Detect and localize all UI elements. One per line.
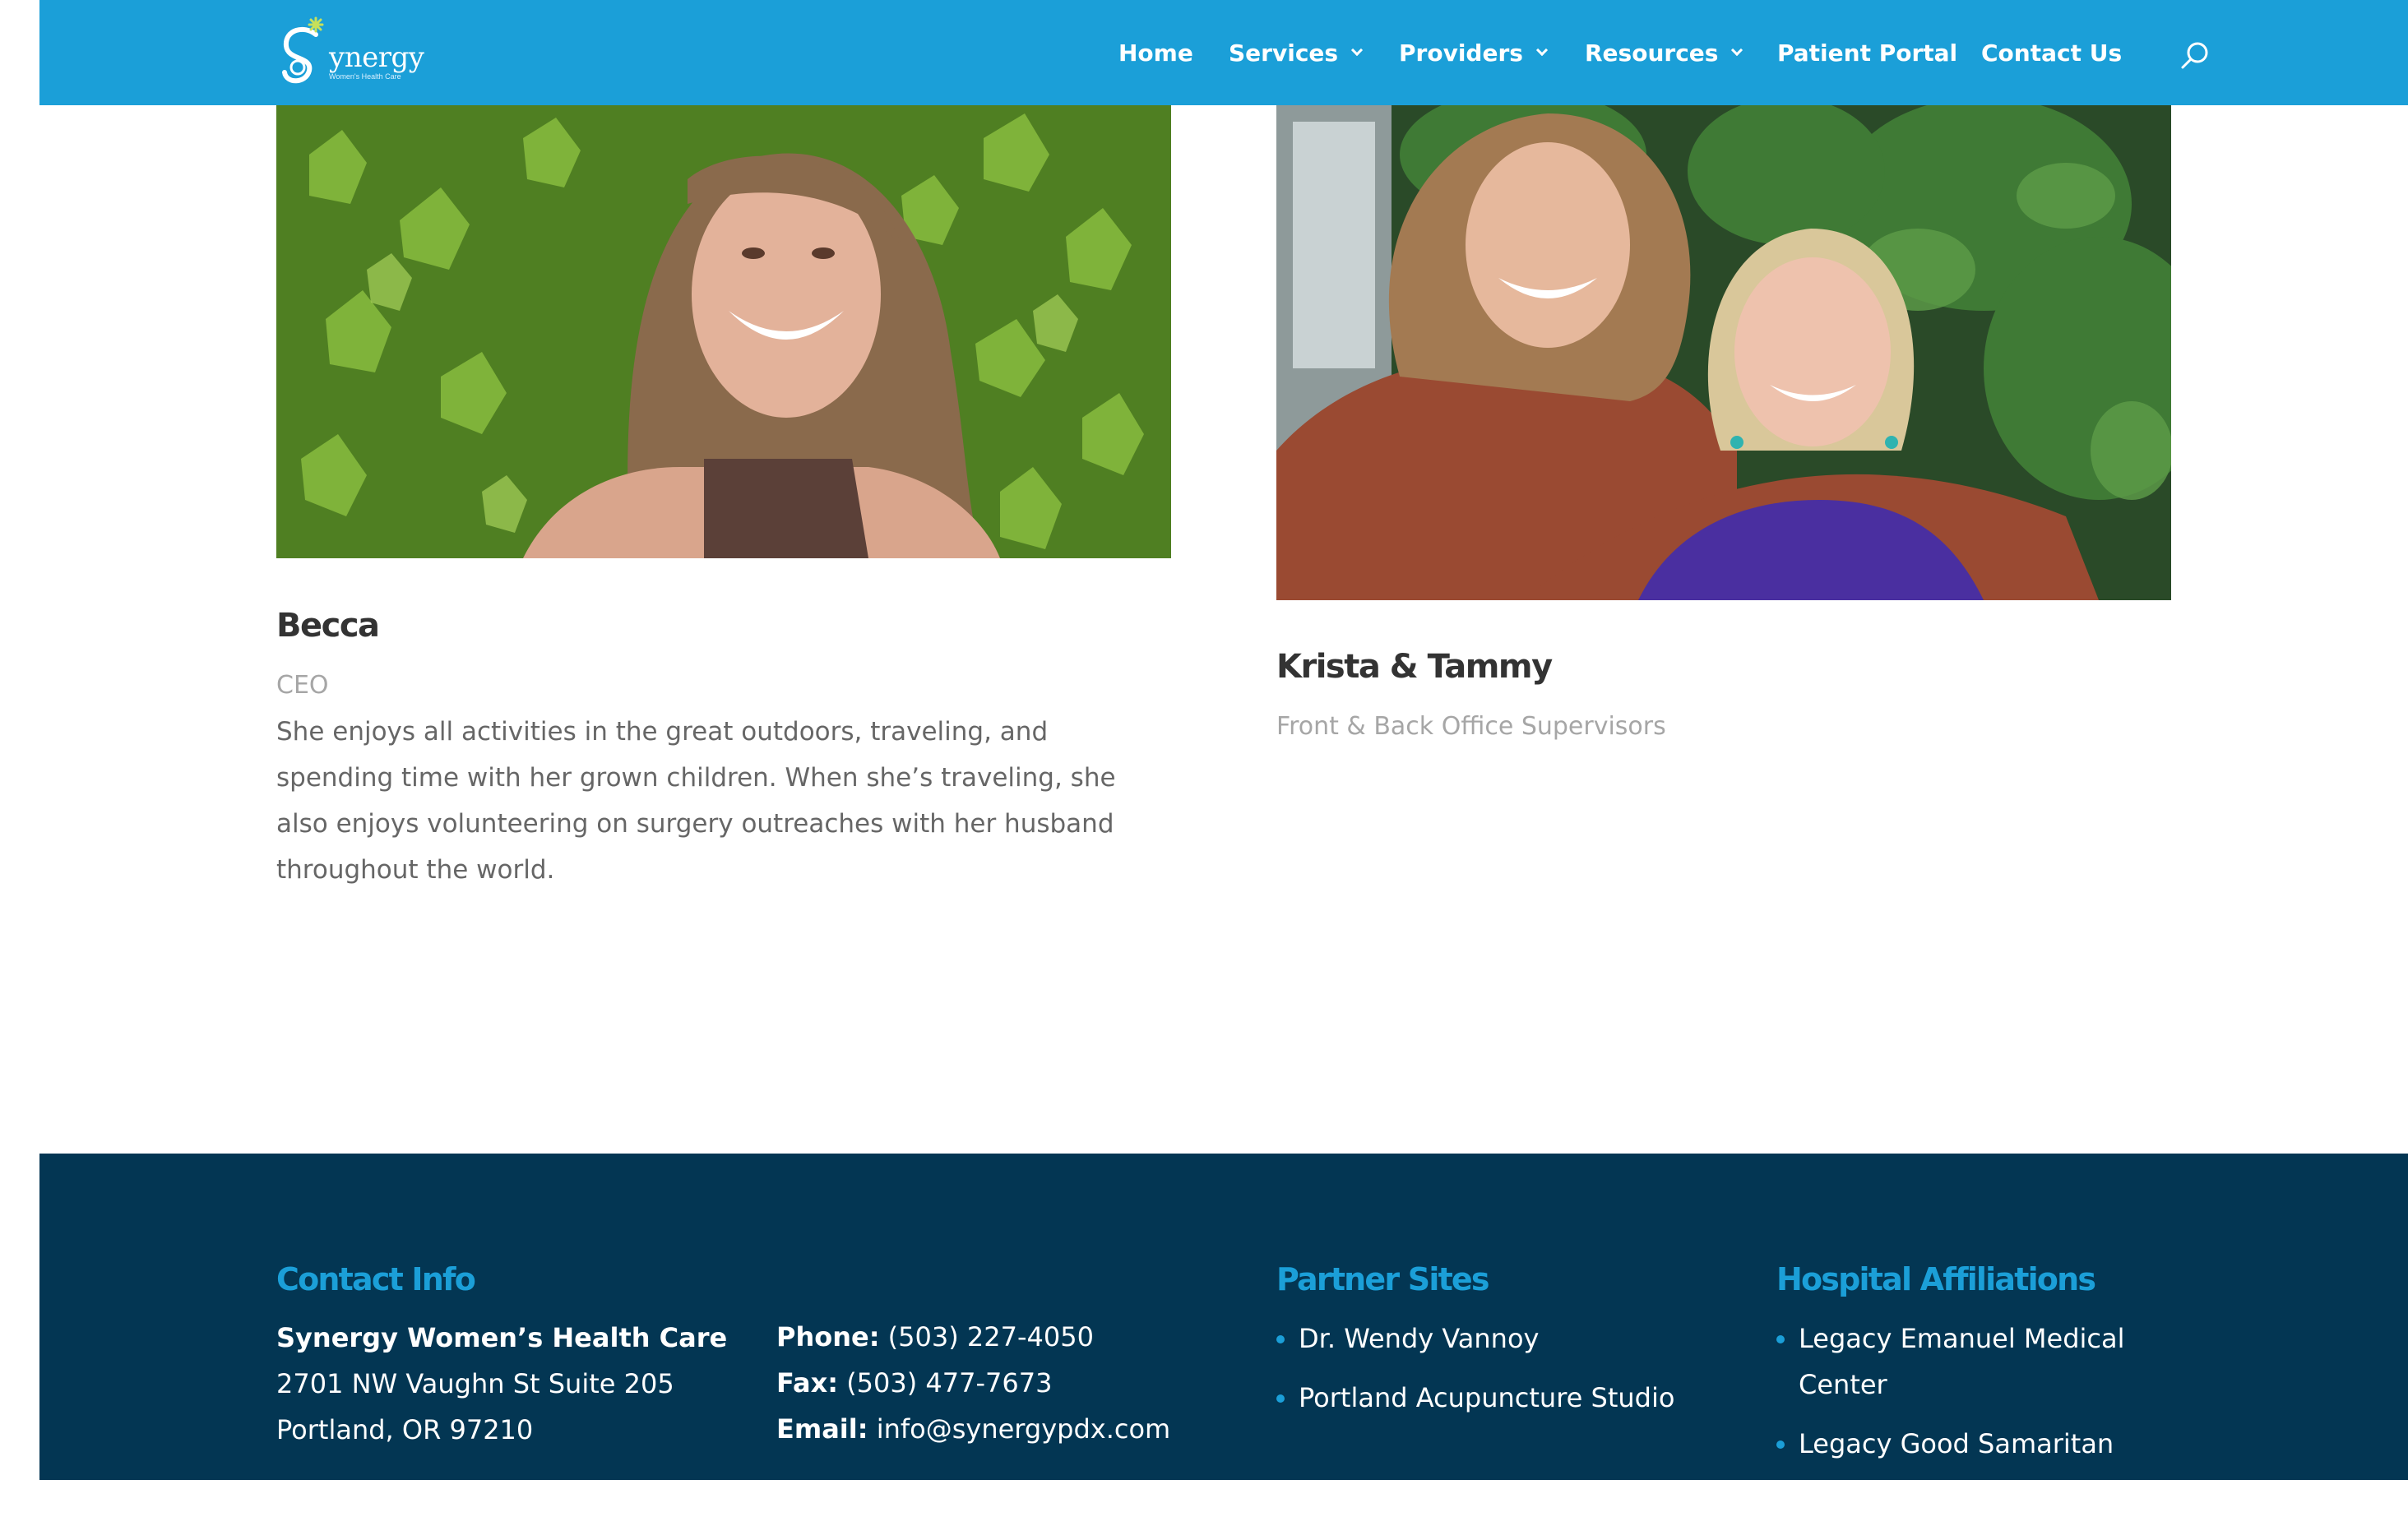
becca-photo-image: [276, 105, 1171, 558]
nav-contact-us-label: Contact Us: [1981, 39, 2123, 67]
fax-number: (503) 477-7673: [846, 1367, 1053, 1399]
nav-resources-label: Resources: [1585, 39, 1719, 67]
contact-info-heading: Contact Info: [276, 1261, 476, 1297]
partner-site-link[interactable]: Dr. Wendy Vannoy: [1276, 1316, 1644, 1362]
nav-providers[interactable]: Providers: [1399, 36, 1549, 69]
team-member-role: CEO: [276, 671, 329, 700]
hospital-link[interactable]: Legacy Emanuel Medical Center: [1776, 1316, 2144, 1408]
nav-home[interactable]: Home: [1118, 36, 1193, 69]
nav-resources[interactable]: Resources: [1585, 36, 1743, 69]
bullet-icon: [1276, 1335, 1285, 1343]
partner-site-label: Dr. Wendy Vannoy: [1299, 1323, 1540, 1354]
email-label: Email:: [776, 1413, 868, 1445]
nav-home-label: Home: [1118, 39, 1193, 67]
email-link[interactable]: info@synergypdx.com: [877, 1413, 1171, 1445]
chevron-down-icon: [1535, 44, 1549, 57]
nav-patient-portal[interactable]: Patient Portal: [1777, 36, 1957, 69]
search-icon: [2181, 42, 2208, 69]
bullet-icon: [1776, 1440, 1785, 1449]
hospital-label: Legacy Emanuel Medical Center: [1799, 1323, 2125, 1400]
team-member-name: Becca: [276, 607, 380, 645]
partner-site-label: Portland Acupuncture Studio: [1299, 1382, 1675, 1413]
bullet-icon: [1776, 1335, 1785, 1343]
address-line-1: 2701 NW Vaughn St Suite 205: [276, 1368, 674, 1399]
partner-site-link[interactable]: Portland Acupuncture Studio: [1276, 1375, 1677, 1421]
hospital-link[interactable]: Legacy Good Samaritan: [1776, 1421, 2144, 1467]
team-member-bio: She enjoys all activities in the great o…: [276, 717, 1116, 885]
nav-contact-us[interactable]: Contact Us: [1981, 36, 2122, 69]
phone-line: Phone: (503) 227-4050: [776, 1321, 1094, 1353]
address-line-2: Portland, OR 97210: [276, 1414, 534, 1445]
synergy-logo-icon: [282, 16, 324, 84]
fax-line: Fax: (503) 477-7673: [776, 1367, 1052, 1399]
logo-tagline: Women's Health Care: [329, 72, 401, 81]
chevron-down-icon: [1351, 44, 1364, 57]
phone-link[interactable]: (503) 227-4050: [888, 1321, 1094, 1353]
search-button[interactable]: [2179, 39, 2212, 72]
bullet-icon: [1276, 1394, 1285, 1403]
krista-tammy-photo: [1276, 105, 2171, 600]
logo-wordmark: ynergy: [329, 41, 424, 74]
hospital-label: Legacy Good Samaritan: [1799, 1428, 2114, 1459]
fax-label: Fax:: [776, 1367, 839, 1399]
site-header: ynergy Women's Health Care Home Services…: [39, 0, 2408, 105]
becca-photo: [276, 105, 1171, 558]
nav-services-label: Services: [1229, 39, 1339, 67]
nav-patient-portal-label: Patient Portal: [1777, 39, 1958, 67]
team-member-role: Front & Back Office Supervisors: [1276, 712, 1666, 741]
krista-tammy-photo-image: [1276, 105, 2171, 600]
email-line: Email: info@synergypdx.com: [776, 1413, 1170, 1445]
site-logo[interactable]: ynergy Women's Health Care: [280, 13, 424, 90]
org-name: Synergy Women’s Health Care: [276, 1322, 728, 1353]
hospital-affiliations-heading: Hospital Affiliations: [1776, 1261, 2096, 1297]
partner-sites-heading: Partner Sites: [1276, 1261, 1490, 1297]
nav-providers-label: Providers: [1399, 39, 1523, 67]
chevron-down-icon: [1731, 44, 1743, 57]
phone-label: Phone:: [776, 1321, 880, 1353]
nav-services[interactable]: Services: [1229, 36, 1364, 69]
team-member-name: Krista & Tammy: [1276, 648, 1553, 686]
